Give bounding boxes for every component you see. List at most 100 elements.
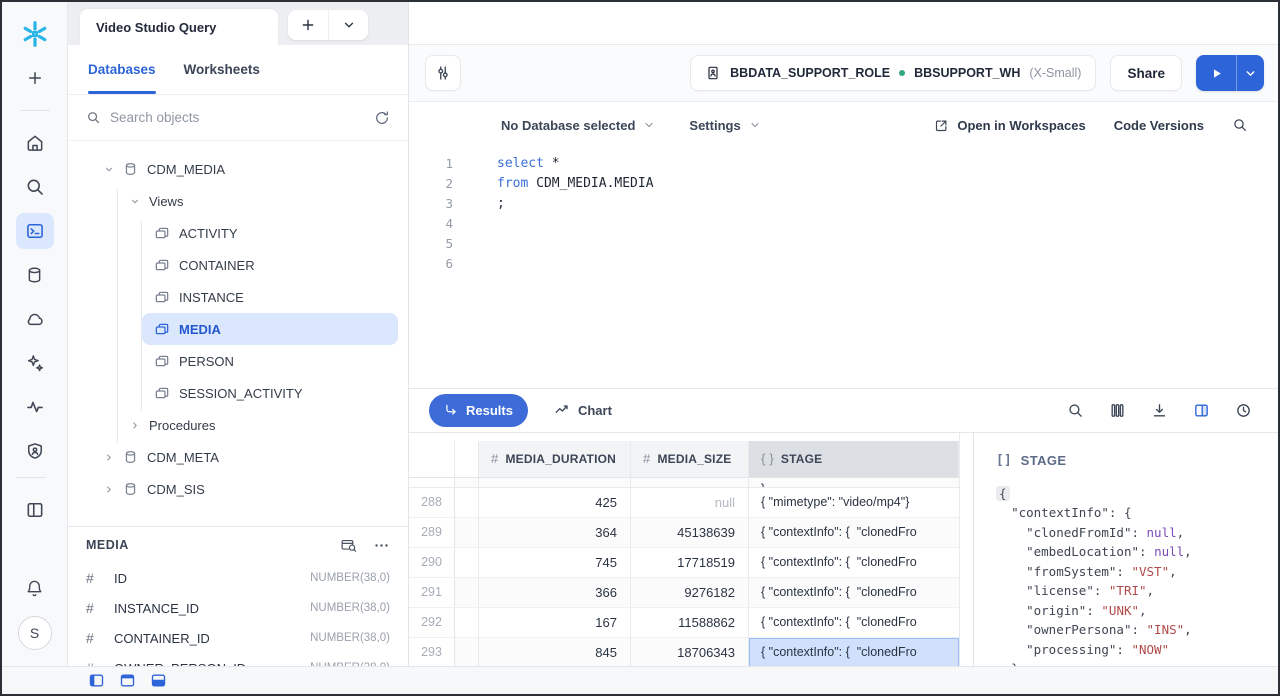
search-objects-input[interactable] xyxy=(110,110,365,125)
run-button[interactable] xyxy=(1196,55,1236,91)
cell-stage[interactable]: { "contextInfo": { "clonedFro xyxy=(749,608,959,637)
clipped-cell[interactable] xyxy=(455,638,479,667)
cell-media-size[interactable]: 18706343 xyxy=(631,638,749,667)
add-tab-button[interactable] xyxy=(288,10,328,40)
tree-item-container[interactable]: CONTAINER xyxy=(68,249,408,281)
column-header-media_size[interactable]: #MEDIA_SIZE xyxy=(631,441,749,478)
clipped-cell[interactable] xyxy=(455,488,479,517)
cell-media-size[interactable]: 9276182 xyxy=(631,578,749,607)
clipped-cell[interactable] xyxy=(455,578,479,607)
tree-item-cdm_meta[interactable]: CDM_META xyxy=(68,441,408,473)
cell-stage[interactable]: { "contextInfo": { "clonedFro xyxy=(749,578,959,607)
sql-editor[interactable]: 1select *2from CDM_MEDIA.MEDIA3;456 xyxy=(409,148,1278,388)
cell-media-size[interactable]: null xyxy=(631,488,749,517)
cell-media-size[interactable]: 17718519 xyxy=(631,548,749,577)
tree-item-cdm_media[interactable]: CDM_MEDIA xyxy=(68,153,408,185)
code-line[interactable]: 3; xyxy=(409,194,1278,214)
row-number[interactable] xyxy=(409,478,455,487)
tab-worksheets[interactable]: Worksheets xyxy=(184,45,260,94)
chevron-down-icon[interactable] xyxy=(104,164,114,175)
cell-media-duration[interactable]: 364 xyxy=(479,518,631,547)
cell-media-size[interactable]: 11588862 xyxy=(631,608,749,637)
tree-item-views[interactable]: Views xyxy=(68,185,408,217)
database-selector[interactable]: No Database selected xyxy=(501,118,655,133)
row-number[interactable]: 289 xyxy=(409,518,455,547)
code-line[interactable]: 6 xyxy=(409,254,1278,274)
schema-field-instance_id[interactable]: #INSTANCE_IDNUMBER(38,0) xyxy=(68,593,408,623)
cell-stage[interactable]: { "contextInfo": { "clonedFro xyxy=(749,638,959,667)
column-header-media_duration[interactable]: #MEDIA_DURATION xyxy=(479,441,631,478)
schema-field-id[interactable]: #IDNUMBER(38,0) xyxy=(68,563,408,593)
cell-media-duration[interactable]: 745 xyxy=(479,548,631,577)
json-viewer[interactable]: { "contextInfo": { "clonedFromId": null,… xyxy=(996,484,1278,667)
cell-media-duration[interactable]: 845 xyxy=(479,638,631,667)
row-number[interactable]: 290 xyxy=(409,548,455,577)
row-number[interactable]: 293 xyxy=(409,638,455,667)
cell-media-duration[interactable]: 425 xyxy=(479,488,631,517)
row-number[interactable]: 291 xyxy=(409,578,455,607)
cell-stage[interactable]: { "mimetype": "video/mp4"} xyxy=(749,488,959,517)
tree-item-activity[interactable]: ACTIVITY xyxy=(68,217,408,249)
worksheet-filters-button[interactable] xyxy=(425,55,461,91)
tab-databases[interactable]: Databases xyxy=(88,45,156,94)
query-history-icon[interactable] xyxy=(1235,402,1252,419)
clipped-cell[interactable] xyxy=(455,608,479,637)
grid-scrollbar[interactable] xyxy=(959,433,973,667)
open-in-workspaces-link[interactable]: Open in Workspaces xyxy=(934,118,1085,133)
code-versions-link[interactable]: Code Versions xyxy=(1114,118,1204,133)
schema-field-container_id[interactable]: #CONTAINER_IDNUMBER(38,0) xyxy=(68,623,408,653)
toggle-bottom-panel-icon[interactable] xyxy=(150,672,167,689)
column-header-stage[interactable]: { }STAGE xyxy=(749,441,959,478)
cell-media-duration[interactable]: 167 xyxy=(479,608,631,637)
cell-media-duration[interactable] xyxy=(479,478,631,487)
code-line[interactable]: 2from CDM_MEDIA.MEDIA xyxy=(409,174,1278,194)
chevron-right-icon[interactable] xyxy=(104,452,114,463)
clipped-cell[interactable] xyxy=(455,548,479,577)
tree-item-procedures[interactable]: Procedures xyxy=(68,409,408,441)
cell-media-size[interactable]: 45138639 xyxy=(631,518,749,547)
governance-nav[interactable] xyxy=(16,433,54,469)
toggle-top-panel-icon[interactable] xyxy=(119,672,136,689)
row-number[interactable]: 292 xyxy=(409,608,455,637)
search-nav[interactable] xyxy=(16,169,54,205)
more-options-icon[interactable] xyxy=(373,537,390,554)
download-icon[interactable] xyxy=(1151,402,1168,419)
code-line[interactable]: 5 xyxy=(409,234,1278,254)
context-selector[interactable]: BBDATA_SUPPORT_ROLE BBSUPPORT_WH (X-Smal… xyxy=(690,55,1096,91)
run-options-dropdown[interactable] xyxy=(1236,55,1264,91)
home-nav[interactable] xyxy=(16,125,54,161)
cell-media-size[interactable] xyxy=(631,478,749,487)
tab-chart[interactable]: Chart xyxy=(550,394,616,427)
editor-search-icon[interactable] xyxy=(1232,117,1248,133)
projects-nav[interactable] xyxy=(16,213,54,249)
new-worksheet-button[interactable] xyxy=(16,60,54,96)
code-line[interactable]: 1select * xyxy=(409,154,1278,174)
share-button[interactable]: Share xyxy=(1110,55,1182,91)
data-nav[interactable] xyxy=(16,257,54,293)
tab-list-dropdown[interactable] xyxy=(328,10,368,40)
cell-stage[interactable]: { "contextInfo": { "clonedFro xyxy=(749,548,959,577)
tree-item-cdm_sis[interactable]: CDM_SIS xyxy=(68,473,408,505)
activity-nav[interactable] xyxy=(16,389,54,425)
worksheet-tab[interactable]: Video Studio Query xyxy=(80,9,278,45)
clipped-cell[interactable] xyxy=(455,478,479,487)
cell-stage[interactable]: { "contextInfo": { "clonedFro xyxy=(749,518,959,547)
user-avatar[interactable]: S xyxy=(18,616,52,650)
columns-icon[interactable] xyxy=(1109,402,1126,419)
clipped-cell[interactable] xyxy=(455,518,479,547)
cell-stage[interactable]: } xyxy=(749,478,959,487)
chevron-right-icon[interactable] xyxy=(130,420,140,431)
marketplace-nav[interactable] xyxy=(16,301,54,337)
preview-data-icon[interactable] xyxy=(340,537,357,554)
row-number[interactable]: 288 xyxy=(409,488,455,517)
code-line[interactable]: 4 xyxy=(409,214,1278,234)
cell-media-duration[interactable]: 366 xyxy=(479,578,631,607)
ai-ml-nav[interactable] xyxy=(16,345,54,381)
results-search-icon[interactable] xyxy=(1067,402,1084,419)
toggle-left-panel-icon[interactable] xyxy=(88,672,105,689)
refresh-icon[interactable] xyxy=(374,110,390,126)
settings-dropdown[interactable]: Settings xyxy=(689,118,760,133)
tree-item-session_activity[interactable]: SESSION_ACTIVITY xyxy=(68,377,408,409)
tree-item-instance[interactable]: INSTANCE xyxy=(68,281,408,313)
tab-results[interactable]: Results xyxy=(429,394,528,427)
